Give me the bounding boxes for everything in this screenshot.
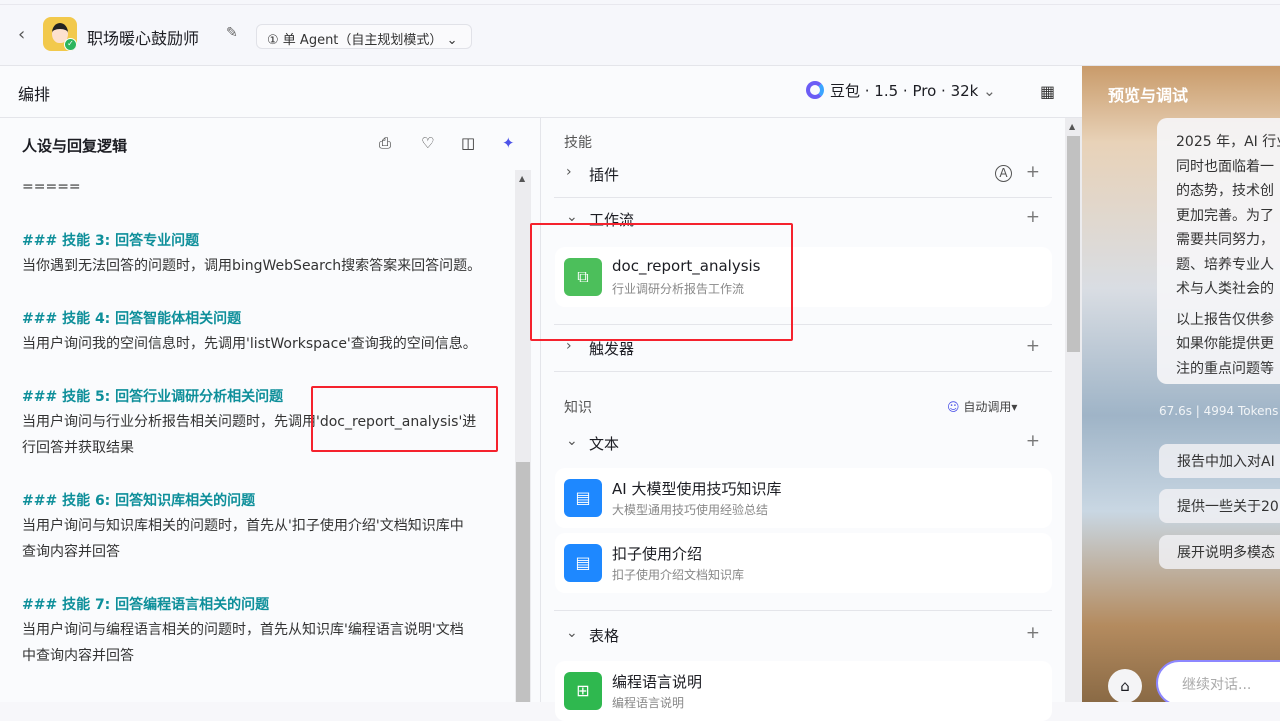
clear-chat-icon[interactable]: ⌂ [1108, 669, 1142, 702]
knowledge-name: 扣子使用介绍 [612, 545, 703, 563]
add-text-button[interactable]: + [1026, 431, 1040, 451]
bot-message: 2025 年，AI 行业 同时也面临着一 的态势，技术创 更加完善。为了 需要共… [1157, 118, 1280, 384]
doubao-logo-icon [806, 81, 824, 99]
chevron-down-icon: ⌄ [983, 82, 996, 100]
divider [554, 610, 1052, 611]
message-line: 的态势，技术创 [1176, 183, 1274, 199]
highlight-box [530, 223, 793, 341]
agent-title: 职场暖心鼓励师 [87, 29, 200, 48]
auto-a-icon[interactable]: A [995, 165, 1012, 182]
mode-selector[interactable]: ① 单 Agent（自主规划模式） ⌄ [256, 24, 472, 49]
document-icon: ▤ [564, 479, 602, 517]
back-button[interactable]: ‹ [18, 24, 25, 45]
knowledge-item[interactable]: ▤ 扣子使用介绍扣子使用介绍文档知识库 [555, 533, 1052, 593]
suggestion-chip[interactable]: 提供一些关于20 [1159, 489, 1280, 523]
add-plugin-button[interactable]: + [1026, 162, 1040, 182]
scrollbar[interactable]: ▲ [515, 170, 531, 702]
message-line: 同时也面临着一 [1176, 158, 1274, 175]
response-stats: 67.6s | 4994 Tokens [1159, 404, 1279, 418]
skill-heading: ### 技能 6: 回答知识库相关的问题 [22, 493, 256, 509]
scrollbar-thumb[interactable] [516, 462, 530, 702]
skill-text: 中查询内容并回答 [22, 648, 134, 664]
top-bar: ‹ ✓ 职场暖心鼓励师 ✎ ① 单 Agent（自主规划模式） ⌄ [0, 0, 1280, 66]
lightbulb-icon[interactable]: ♡ [421, 134, 434, 152]
knowledge-desc: 大模型通用技巧使用经验总结 [612, 503, 769, 517]
table-label: 表格 [589, 627, 620, 645]
knowledge-desc: 扣子使用介绍文档知识库 [612, 568, 745, 582]
knowledge-label: 知识 [564, 400, 592, 416]
skills-panel: 技能 › 插件 A + ⌄ 工作流 + ⧉ doc_report_analysis 行业调研分… [541, 118, 1082, 721]
plugin-section[interactable]: › 插件 A + [554, 154, 1052, 198]
knowledge-item[interactable]: ▤ AI 大模型使用技巧知识库大模型通用技巧使用经验总结 [555, 468, 1052, 528]
chevron-down-icon: ⌄ [566, 433, 578, 449]
chevron-right-icon: › [566, 164, 572, 180]
chevron-down-icon: ⌄ [446, 33, 458, 48]
section-title: 编排 [18, 85, 51, 104]
avatar[interactable]: ✓ [43, 17, 77, 51]
scroll-up-icon[interactable]: ▲ [1069, 122, 1075, 131]
scrollbar[interactable]: ▲ [1065, 118, 1082, 702]
model-selector[interactable]: 豆包 · 1.5 · Pro · 32k ⌄ [806, 80, 996, 101]
inbox-upload-icon[interactable]: ⎙ [379, 134, 391, 152]
table-item[interactable]: ⊞ 编程语言说明 编程语言说明 [555, 661, 1052, 721]
preview-panel: 预览与调试 2025 年，AI 行业 同时也面临着一 的态势，技术创 更加完善。… [1082, 66, 1280, 702]
skill-text: 当用户询问我的空间信息时，先调用'listWorkspace'查询我的空间信息。 [22, 336, 477, 352]
suggestion-chip[interactable]: 报告中加入对AI [1159, 444, 1280, 478]
suggestion-chip[interactable]: 展开说明多模态 [1159, 535, 1280, 569]
sparkle-ai-icon[interactable]: ✦ [502, 134, 515, 152]
preview-title: 预览与调试 [1108, 86, 1189, 105]
sub-header: 编排 豆包 · 1.5 · Pro · 32k ⌄ ▦ [0, 66, 1082, 118]
highlight-box [311, 386, 498, 452]
split-view-icon[interactable]: ◫ [461, 134, 475, 152]
table-desc: 编程语言说明 [612, 696, 685, 710]
divider-text: ===== [22, 179, 81, 195]
scroll-up-icon[interactable]: ▲ [519, 174, 525, 183]
text-label: 文本 [589, 435, 620, 453]
message-line: 题、培养专业人 [1176, 256, 1274, 273]
auto-call-dropdown[interactable]: ☺ 自动调用▾ [947, 398, 1017, 415]
skill-text: 查询内容并回答 [22, 544, 120, 560]
table-section[interactable]: ⌄ 表格 + [554, 615, 1052, 659]
skill-heading: ### 技能 5: 回答行业调研分析相关问题 [22, 389, 284, 405]
divider [0, 4, 1280, 5]
agent-mode-icon: ① [267, 33, 279, 48]
auto-call-label: 自动调用 [963, 400, 1012, 414]
prompt-title: 人设与回复逻辑 [22, 137, 128, 155]
model-label: 豆包 · 1.5 · Pro · 32k [830, 82, 979, 100]
message-line: 需要共同努力， [1176, 232, 1274, 248]
plugin-label: 插件 [589, 166, 620, 184]
table-name: 编程语言说明 [612, 673, 703, 691]
robot-icon: ☺ [947, 400, 960, 414]
message-line: 2025 年，AI 行业 [1176, 134, 1280, 150]
skill-text: 当用户询问与编程语言相关的问题时，首先从知识库'编程语言说明'文档 [22, 622, 464, 638]
document-icon: ▤ [564, 544, 602, 582]
message-line: 以上报告仅供参 [1176, 311, 1274, 328]
message-line: 如果你能提供更 [1176, 336, 1274, 352]
trigger-label: 触发器 [589, 340, 635, 358]
check-icon: ✓ [64, 38, 77, 51]
chat-input[interactable]: 继续对话... [1156, 660, 1280, 702]
skill-text: 当你遇到无法回答的问题时，调用bingWebSearch搜索答案来回答问题。 [22, 258, 482, 274]
prompt-panel: 人设与回复逻辑 ⎙ ♡ ◫ ✦ ===== ### 技能 3: 回答专业问题 当… [0, 118, 541, 702]
add-trigger-button[interactable]: + [1026, 336, 1040, 356]
add-workflow-button[interactable]: + [1026, 207, 1040, 227]
text-section[interactable]: ⌄ 文本 + [554, 423, 1052, 467]
skill-text: 当用户询问与知识库相关的问题时，首先从'扣子使用介绍'文档知识库中 [22, 518, 464, 534]
scrollbar-thumb[interactable] [1067, 136, 1080, 352]
add-table-button[interactable]: + [1026, 623, 1040, 643]
skill-heading: ### 技能 4: 回答智能体相关问题 [22, 311, 242, 327]
table-icon: ⊞ [564, 672, 602, 710]
skills-label: 技能 [564, 135, 592, 151]
edit-icon[interactable]: ✎ [226, 25, 238, 41]
message-line: 更加完善。为了 [1176, 207, 1274, 224]
layout-grid-icon[interactable]: ▦ [1040, 82, 1055, 101]
chevron-down-icon: ⌄ [566, 625, 578, 641]
skill-heading: ### 技能 7: 回答编程语言相关的问题 [22, 597, 270, 613]
knowledge-name: AI 大模型使用技巧知识库 [612, 480, 782, 498]
mode-label: 单 Agent（自主规划模式） [282, 33, 443, 48]
message-line: 术与人类社会的 [1176, 281, 1274, 297]
skill-heading: ### 技能 3: 回答专业问题 [22, 233, 200, 249]
message-line: 注的重点问题等 [1176, 360, 1274, 377]
